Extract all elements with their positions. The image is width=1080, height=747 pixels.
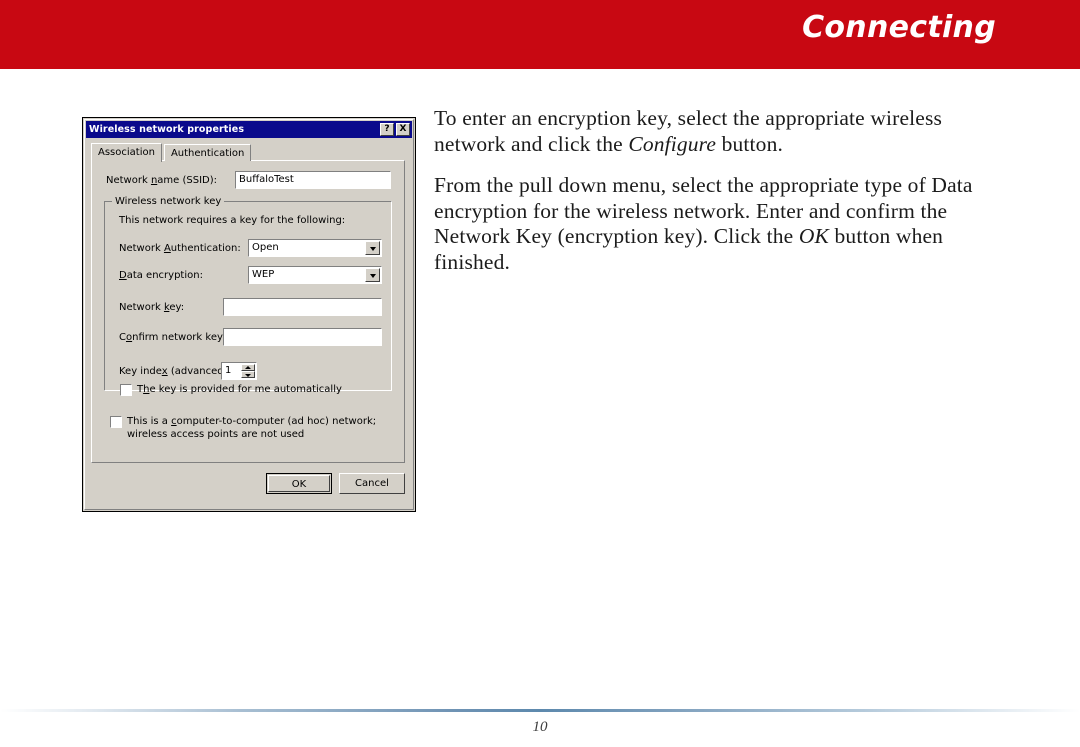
stepper-up-icon[interactable] [241,364,255,371]
network-key-input[interactable] [223,298,382,316]
key-index-stepper-buttons[interactable] [241,364,255,378]
wireless-network-properties-dialog: Wireless network properties ? X Associat… [82,117,416,512]
tab-authentication[interactable]: Authentication [163,144,252,161]
auto-key-checkbox-row[interactable]: The key is provided for me automatically [120,383,370,396]
paragraph-2-emphasis-ok: OK [798,224,829,248]
data-encryption-select[interactable]: WEP [248,266,382,284]
instruction-text-column: To enter an encryption key, select the a… [434,106,1014,291]
paragraph-1-emphasis-configure: Configure [628,131,717,156]
network-authentication-label: Network Authentication: [119,243,241,254]
instruction-paragraph-1: To enter an encryption key, select the a… [434,106,1014,157]
network-authentication-value: Open [252,242,279,253]
help-icon[interactable]: ? [380,123,394,136]
group-hint-text: This network requires a key for the foll… [119,215,346,226]
auto-key-checkbox[interactable] [120,384,132,396]
chevron-down-icon[interactable] [365,268,380,282]
key-index-stepper[interactable]: 1 [221,362,257,380]
ok-button-label: OK [268,475,330,492]
chevron-down-icon[interactable] [365,241,380,255]
adhoc-network-checkbox-row[interactable]: This is a computer-to-computer (ad hoc) … [110,415,385,441]
adhoc-network-checkbox[interactable] [110,416,122,428]
instruction-paragraph-2: From the pull down menu, select the appr… [434,173,1014,275]
key-index-label: Key index (advanced): [119,366,231,377]
key-index-value: 1 [225,365,232,376]
adhoc-network-checkbox-label: This is a computer-to-computer (ad hoc) … [127,416,377,440]
data-encryption-value: WEP [252,269,275,280]
wireless-network-key-group-title: Wireless network key [112,196,225,207]
close-icon[interactable]: X [396,123,410,136]
ok-button[interactable]: OK [266,473,332,494]
dialog-title-text: Wireless network properties [89,124,245,135]
paragraph-1-text-after: button. [716,131,783,156]
page-header-banner: Connecting [0,0,1080,69]
page-header-title: Connecting [802,10,996,45]
association-tab-panel: Network name (SSID): BuffaloTest Wireles… [91,160,405,463]
footer-divider [0,709,1080,712]
network-key-label: Network key: [119,302,185,313]
data-encryption-label: Data encryption: [119,270,203,281]
stepper-down-icon[interactable] [241,371,255,378]
tab-association[interactable]: Association [91,143,162,162]
wireless-network-key-group: Wireless network key This network requir… [104,196,392,391]
auto-key-checkbox-label: The key is provided for me automatically [137,384,342,395]
network-authentication-select[interactable]: Open [248,239,382,257]
confirm-network-key-input[interactable] [223,328,382,346]
dialog-title-bar: Wireless network properties ? X [86,121,412,138]
dialog-tab-strip: Association Authentication [91,143,252,162]
ssid-input[interactable]: BuffaloTest [235,171,391,189]
page-number: 10 [532,719,548,735]
cancel-button[interactable]: Cancel [339,473,405,494]
confirm-network-key-label: Confirm network key: [119,332,226,343]
ssid-label: Network name (SSID): [106,175,217,186]
